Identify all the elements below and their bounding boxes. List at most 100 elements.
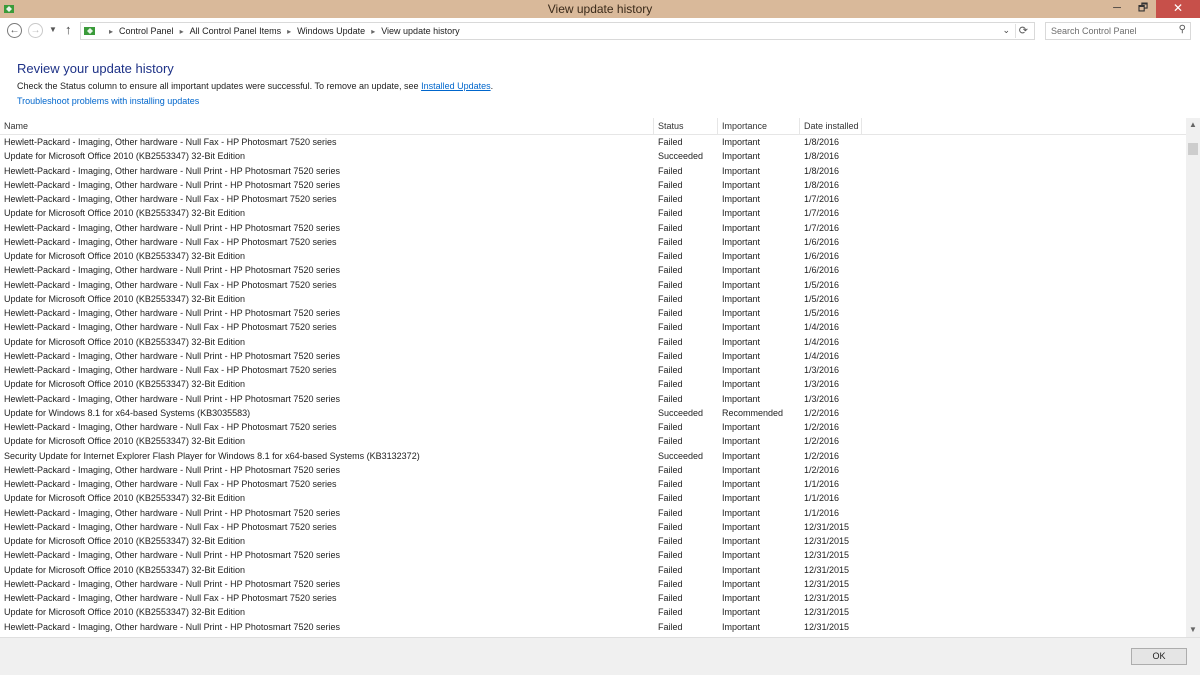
update-status: Succeeded bbox=[658, 450, 704, 461]
table-row[interactable]: Hewlett-Packard - Imaging, Other hardwar… bbox=[0, 521, 1186, 535]
update-name: Hewlett-Packard - Imaging, Other hardwar… bbox=[4, 165, 340, 176]
table-row[interactable]: Update for Microsoft Office 2010 (KB2553… bbox=[0, 250, 1186, 264]
update-importance: Important bbox=[722, 365, 761, 375]
table-row[interactable]: Update for Windows 8.1 for x64-based Sys… bbox=[0, 407, 1186, 421]
table-row[interactable]: Hewlett-Packard - Imaging, Other hardwar… bbox=[0, 236, 1186, 250]
table-row[interactable]: Hewlett-Packard - Imaging, Other hardwar… bbox=[0, 165, 1186, 179]
update-importance: Important bbox=[722, 536, 761, 546]
address-bar[interactable]: ▸ Control Panel ▸ All Control Panel Item… bbox=[80, 22, 1035, 40]
table-row[interactable]: Hewlett-Packard - Imaging, Other hardwar… bbox=[0, 193, 1186, 207]
table-row[interactable]: Update for Microsoft Office 2010 (KB2553… bbox=[0, 564, 1186, 578]
table-row[interactable]: Update for Microsoft Office 2010 (KB2553… bbox=[0, 336, 1186, 350]
address-dropdown-icon[interactable]: ⌄ bbox=[1002, 25, 1010, 36]
scroll-up-icon[interactable]: ▲ bbox=[1186, 118, 1200, 132]
breadcrumb-separator-icon[interactable]: ▸ bbox=[371, 27, 375, 36]
update-status: Failed bbox=[658, 137, 683, 147]
back-button[interactable]: ← bbox=[7, 23, 22, 38]
update-date: 1/3/2016 bbox=[804, 393, 840, 404]
forward-button[interactable]: → bbox=[28, 23, 43, 38]
breadcrumb-control-panel[interactable]: Control Panel bbox=[119, 26, 174, 36]
refresh-icon[interactable]: ⟳ bbox=[1019, 24, 1028, 37]
update-name: Hewlett-Packard - Imaging, Other hardwar… bbox=[4, 179, 340, 190]
table-row[interactable]: Hewlett-Packard - Imaging, Other hardwar… bbox=[0, 321, 1186, 335]
close-button[interactable]: ✕ bbox=[1156, 0, 1200, 18]
update-status: Failed bbox=[658, 593, 683, 603]
update-importance: Important bbox=[722, 265, 761, 276]
update-importance: Important bbox=[722, 251, 761, 261]
search-icon[interactable]: ⚲ bbox=[1179, 24, 1186, 35]
installed-updates-link[interactable]: Installed Updates bbox=[421, 81, 491, 91]
table-row[interactable]: Hewlett-Packard - Imaging, Other hardwar… bbox=[0, 393, 1186, 407]
table-row[interactable]: Security Update for Internet Explorer Fl… bbox=[0, 450, 1186, 464]
recent-locations-dropdown-icon[interactable]: ▼ bbox=[49, 25, 57, 34]
search-placeholder: Search Control Panel bbox=[1051, 26, 1137, 36]
update-name: Update for Microsoft Office 2010 (KB2553… bbox=[4, 336, 245, 347]
column-header-importance[interactable]: Importance bbox=[718, 118, 800, 135]
update-name: Hewlett-Packard - Imaging, Other hardwar… bbox=[4, 507, 340, 518]
table-row[interactable]: Update for Microsoft Office 2010 (KB2553… bbox=[0, 378, 1186, 392]
maximize-button[interactable]: 🗗 bbox=[1130, 0, 1156, 18]
update-date: 1/4/2016 bbox=[804, 336, 840, 347]
table-row[interactable]: Update for Microsoft Office 2010 (KB2553… bbox=[0, 207, 1186, 221]
table-row[interactable]: Hewlett-Packard - Imaging, Other hardwar… bbox=[0, 549, 1186, 563]
vertical-scrollbar[interactable]: ▲ ▼ bbox=[1186, 118, 1200, 637]
table-row[interactable]: Hewlett-Packard - Imaging, Other hardwar… bbox=[0, 136, 1186, 150]
table-row[interactable]: Update for Microsoft Office 2010 (KB2553… bbox=[0, 492, 1186, 506]
breadcrumb-windows-update[interactable]: Windows Update bbox=[297, 26, 365, 36]
table-row[interactable]: Hewlett-Packard - Imaging, Other hardwar… bbox=[0, 264, 1186, 278]
table-row[interactable]: Update for Microsoft Office 2010 (KB2553… bbox=[0, 150, 1186, 164]
table-row[interactable]: Hewlett-Packard - Imaging, Other hardwar… bbox=[0, 592, 1186, 606]
minimize-button[interactable]: ─ bbox=[1104, 0, 1130, 18]
update-status: Failed bbox=[658, 422, 683, 432]
table-row[interactable]: Hewlett-Packard - Imaging, Other hardwar… bbox=[0, 507, 1186, 521]
update-date: 1/6/2016 bbox=[804, 236, 840, 247]
scroll-down-icon[interactable]: ▼ bbox=[1186, 623, 1200, 637]
table-row[interactable]: Update for Microsoft Office 2010 (KB2553… bbox=[0, 606, 1186, 620]
troubleshoot-link[interactable]: Troubleshoot problems with installing up… bbox=[17, 96, 199, 106]
breadcrumb-all-items[interactable]: All Control Panel Items bbox=[190, 26, 282, 36]
table-row[interactable]: Update for Microsoft Office 2010 (KB2553… bbox=[0, 293, 1186, 307]
update-importance: Important bbox=[722, 208, 761, 219]
update-status: Failed bbox=[658, 578, 683, 589]
update-status: Failed bbox=[658, 607, 683, 618]
table-row[interactable]: Hewlett-Packard - Imaging, Other hardwar… bbox=[0, 478, 1186, 492]
column-header-name[interactable]: Name bbox=[0, 118, 654, 135]
table-row[interactable]: Hewlett-Packard - Imaging, Other hardwar… bbox=[0, 421, 1186, 435]
table-row[interactable]: Hewlett-Packard - Imaging, Other hardwar… bbox=[0, 464, 1186, 478]
table-row[interactable]: Hewlett-Packard - Imaging, Other hardwar… bbox=[0, 621, 1186, 635]
table-row[interactable]: Hewlett-Packard - Imaging, Other hardwar… bbox=[0, 279, 1186, 293]
breadcrumb-separator-icon[interactable]: ▸ bbox=[180, 27, 184, 36]
update-importance: Important bbox=[722, 521, 761, 532]
search-input[interactable]: Search Control Panel ⚲ bbox=[1045, 22, 1191, 40]
column-header-status[interactable]: Status bbox=[654, 118, 718, 135]
update-date: 1/2/2016 bbox=[804, 407, 840, 418]
table-row[interactable]: Hewlett-Packard - Imaging, Other hardwar… bbox=[0, 578, 1186, 592]
update-date: 12/31/2015 bbox=[804, 521, 850, 532]
update-name: Hewlett-Packard - Imaging, Other hardwar… bbox=[4, 578, 340, 589]
update-importance: Important bbox=[722, 550, 761, 561]
breadcrumb-separator-icon[interactable]: ▸ bbox=[287, 27, 291, 36]
table-row[interactable]: Hewlett-Packard - Imaging, Other hardwar… bbox=[0, 350, 1186, 364]
scrollbar-thumb[interactable] bbox=[1188, 143, 1198, 155]
table-row[interactable]: Hewlett-Packard - Imaging, Other hardwar… bbox=[0, 307, 1186, 321]
up-arrow-icon[interactable]: ↑ bbox=[65, 22, 72, 37]
update-name: Hewlett-Packard - Imaging, Other hardwar… bbox=[4, 222, 340, 233]
update-importance: Important bbox=[722, 222, 761, 233]
table-row[interactable]: Update for Microsoft Office 2010 (KB2553… bbox=[0, 535, 1186, 549]
forward-arrow-icon: → bbox=[30, 25, 41, 36]
column-header-date-installed[interactable]: Date installed bbox=[800, 118, 862, 135]
update-status: Failed bbox=[658, 464, 683, 475]
breadcrumb-view-update-history[interactable]: View update history bbox=[381, 26, 459, 36]
update-importance: Important bbox=[722, 436, 761, 447]
table-row[interactable]: Hewlett-Packard - Imaging, Other hardwar… bbox=[0, 179, 1186, 193]
update-importance: Recommended bbox=[722, 407, 784, 418]
update-status: Failed bbox=[658, 222, 683, 233]
ok-button[interactable]: OK bbox=[1131, 648, 1187, 665]
update-date: 1/2/2016 bbox=[804, 450, 840, 461]
table-row[interactable]: Hewlett-Packard - Imaging, Other hardwar… bbox=[0, 364, 1186, 378]
table-row[interactable]: Update for Microsoft Office 2010 (KB2553… bbox=[0, 435, 1186, 449]
table-row[interactable]: Hewlett-Packard - Imaging, Other hardwar… bbox=[0, 222, 1186, 236]
update-date: 1/8/2016 bbox=[804, 179, 840, 190]
update-status: Failed bbox=[658, 322, 683, 333]
update-status: Failed bbox=[658, 251, 683, 261]
